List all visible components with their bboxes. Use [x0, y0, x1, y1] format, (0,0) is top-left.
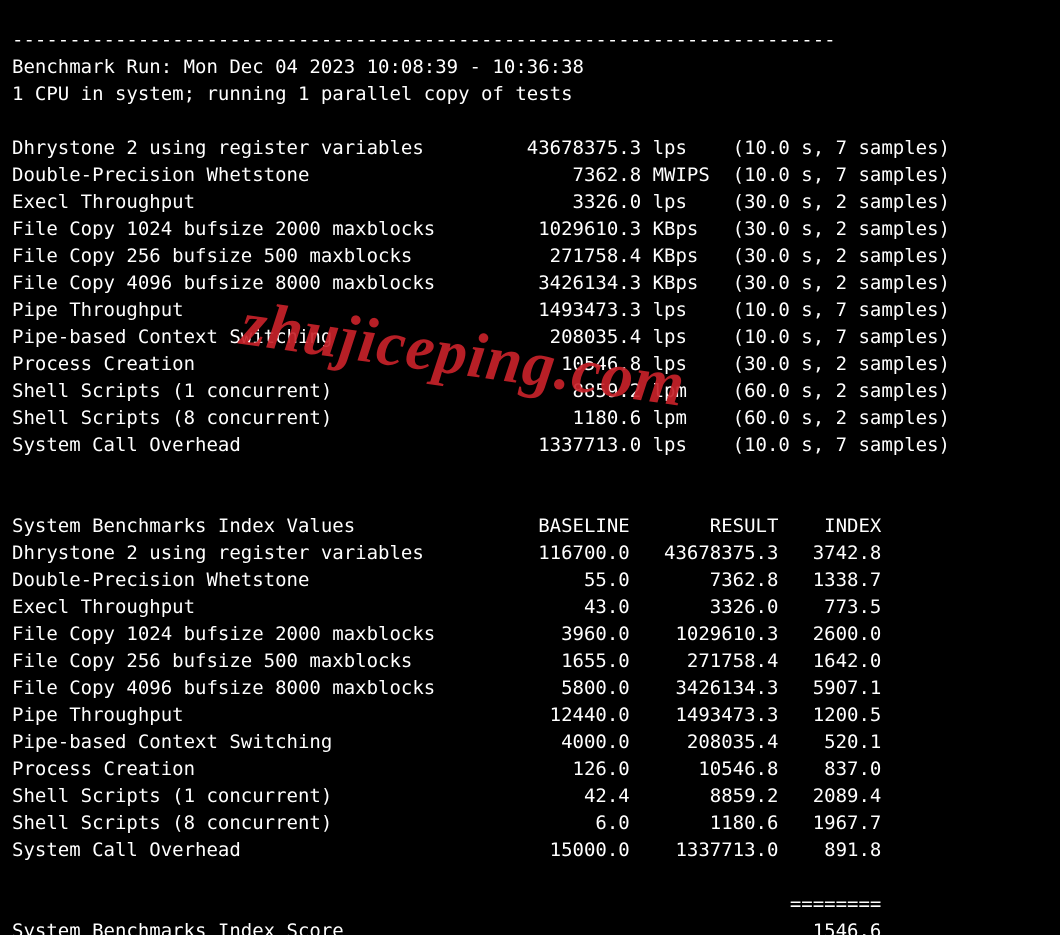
measurement-row: File Copy 256 bufsize 500 maxblocks 2717…: [12, 245, 950, 267]
index-block: Dhrystone 2 using register variables 116…: [12, 540, 1048, 864]
index-row: Dhrystone 2 using register variables 116…: [12, 542, 881, 564]
blank-line: [12, 110, 23, 132]
cpu-info-line: 1 CPU in system; running 1 parallel copy…: [12, 83, 573, 105]
measurement-row: Pipe Throughput 1493473.3 lps (10.0 s, 7…: [12, 299, 950, 321]
index-row: Pipe-based Context Switching 4000.0 2080…: [12, 731, 881, 753]
measurement-row: Process Creation 10546.8 lps (30.0 s, 2 …: [12, 353, 950, 375]
measurement-row: File Copy 4096 bufsize 8000 maxblocks 34…: [12, 272, 950, 294]
index-row: Shell Scripts (1 concurrent) 42.4 8859.2…: [12, 785, 881, 807]
terminal-output: ----------------------------------------…: [0, 0, 1060, 935]
index-header-row: System Benchmarks Index Values BASELINE …: [12, 515, 881, 537]
measurement-row: System Call Overhead 1337713.0 lps (10.0…: [12, 434, 950, 456]
index-row: Pipe Throughput 12440.0 1493473.3 1200.5: [12, 704, 881, 726]
index-row: Execl Throughput 43.0 3326.0 773.5: [12, 596, 881, 618]
divider-line: ----------------------------------------…: [12, 29, 836, 51]
score-underline-row: ========: [12, 893, 881, 915]
index-row: Double-Precision Whetstone 55.0 7362.8 1…: [12, 569, 881, 591]
measurement-row: File Copy 1024 bufsize 2000 maxblocks 10…: [12, 218, 950, 240]
benchmark-run-line: Benchmark Run: Mon Dec 04 2023 10:08:39 …: [12, 56, 584, 78]
blank-line: [12, 488, 23, 510]
index-row: File Copy 1024 bufsize 2000 maxblocks 39…: [12, 623, 881, 645]
measurement-row: Pipe-based Context Switching 208035.4 lp…: [12, 326, 950, 348]
index-row: File Copy 256 bufsize 500 maxblocks 1655…: [12, 650, 881, 672]
score-row: System Benchmarks Index Score 1546.6: [12, 920, 881, 935]
measurements-block: Dhrystone 2 using register variables 436…: [12, 135, 1048, 459]
measurement-row: Execl Throughput 3326.0 lps (30.0 s, 2 s…: [12, 191, 950, 213]
index-row: System Call Overhead 15000.0 1337713.0 8…: [12, 839, 881, 861]
measurement-row: Double-Precision Whetstone 7362.8 MWIPS …: [12, 164, 950, 186]
measurement-row: Shell Scripts (1 concurrent) 8859.2 lpm …: [12, 380, 950, 402]
measurement-row: Dhrystone 2 using register variables 436…: [12, 137, 950, 159]
index-row: File Copy 4096 bufsize 8000 maxblocks 58…: [12, 677, 881, 699]
measurement-row: Shell Scripts (8 concurrent) 1180.6 lpm …: [12, 407, 950, 429]
index-row: Process Creation 126.0 10546.8 837.0: [12, 758, 881, 780]
index-row: Shell Scripts (8 concurrent) 6.0 1180.6 …: [12, 812, 881, 834]
